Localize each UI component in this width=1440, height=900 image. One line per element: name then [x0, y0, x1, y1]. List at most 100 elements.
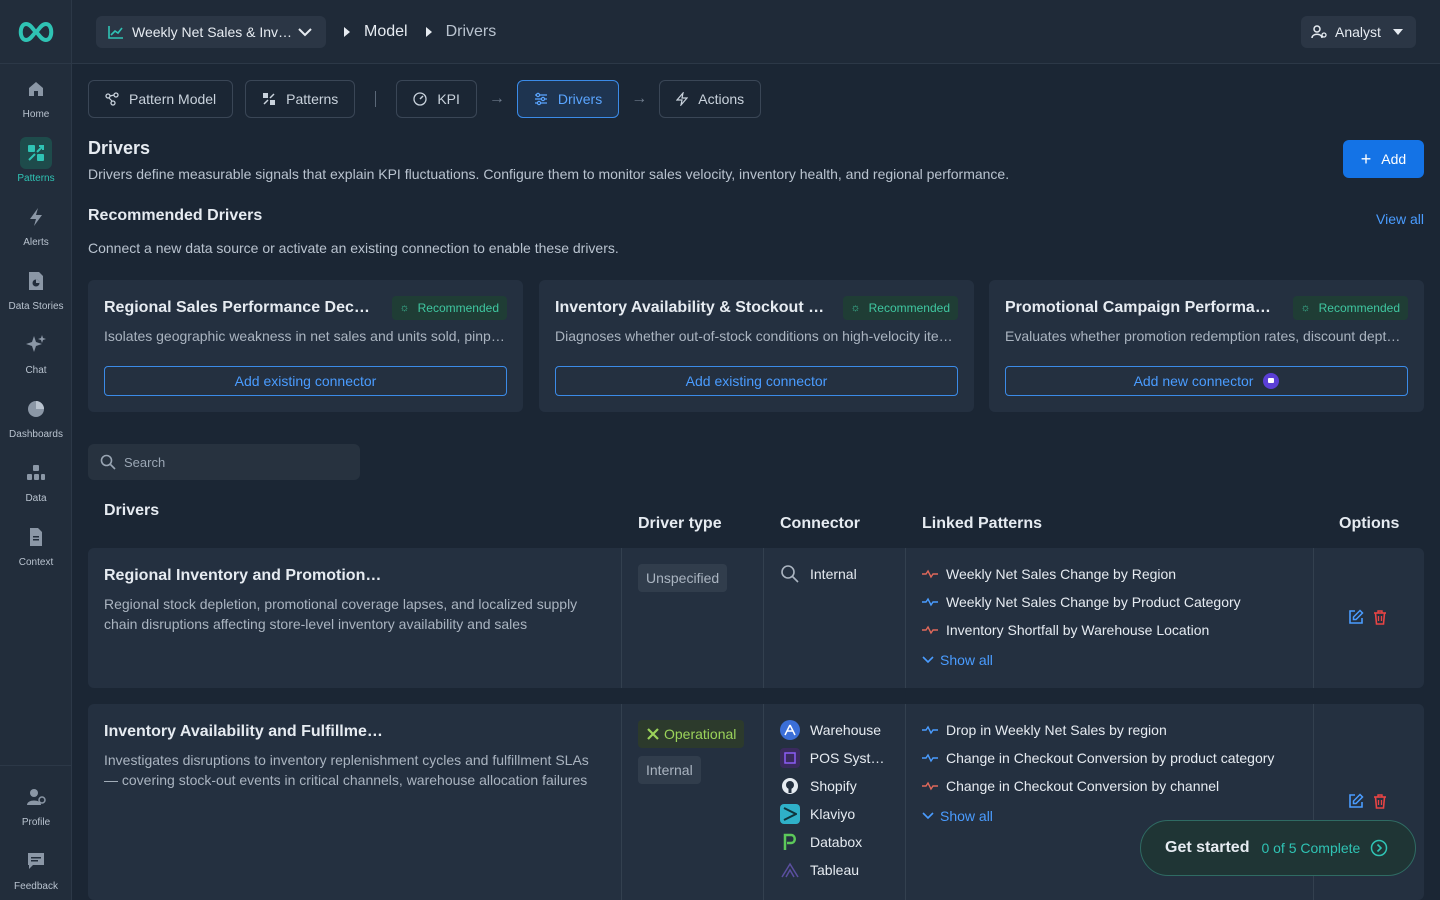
sidebar-item-label: Alerts — [23, 236, 49, 248]
gauge-icon — [413, 92, 427, 106]
linked-patterns-cell: Weekly Net Sales Change by Region Weekly… — [905, 548, 1313, 688]
view-all-link[interactable]: View all — [1376, 211, 1424, 227]
add-existing-connector-button[interactable]: Add existing connector — [104, 366, 507, 396]
button-label: Add new connector — [1133, 373, 1254, 389]
sidebar-item-dashboards[interactable]: Dashboards — [0, 384, 72, 448]
breadcrumb-model[interactable]: Model — [364, 23, 408, 41]
show-all-label: Show all — [940, 652, 993, 668]
sidebar-item-label: Feedback — [14, 880, 58, 892]
connector-item: Klaviyo — [780, 800, 889, 828]
connector-name: Klaviyo — [810, 806, 856, 822]
sidebar-item-home[interactable]: Home — [0, 64, 72, 128]
connector-name: POS System — [809, 750, 889, 766]
sidebar-item-feedback[interactable]: Feedback — [0, 836, 72, 900]
klaviyo-icon — [780, 804, 800, 824]
linked-pattern[interactable]: Weekly Net Sales Change by Product Categ… — [922, 588, 1297, 616]
connector-name: Databox — [810, 834, 863, 850]
topbar: Weekly Net Sales & Inventory Model Drive… — [72, 0, 1440, 64]
search-box — [88, 444, 360, 480]
edit-icon[interactable] — [1348, 609, 1364, 625]
recommended-badge: ☼ Recommended — [1292, 296, 1408, 320]
role-dropdown[interactable]: Analyst — [1301, 16, 1416, 48]
app-root: Home Patterns Alerts Data Stories Chat D… — [0, 0, 1440, 900]
driver-type-cell: Operational Internal — [621, 704, 763, 900]
tab-patterns[interactable]: Patterns — [245, 80, 356, 118]
connector-name: Tableau — [810, 862, 860, 878]
tab-label: Actions — [698, 91, 745, 107]
tableau-icon — [780, 860, 800, 880]
feedback-icon — [20, 845, 52, 877]
trend-line-icon — [922, 597, 938, 607]
sidebar-item-alerts[interactable]: Alerts — [0, 192, 72, 256]
sidebar-item-profile[interactable]: Profile — [0, 772, 72, 836]
delete-icon[interactable] — [1372, 793, 1388, 809]
driver-cell: Regional Inventory and Promotional Gaps … — [88, 548, 621, 688]
line-chart-icon — [108, 25, 123, 39]
chevron-down-icon — [298, 27, 312, 36]
delete-icon[interactable] — [1372, 609, 1388, 625]
sidebar-item-chat[interactable]: Chat — [0, 320, 72, 384]
get-started-widget[interactable]: Get started 0 of 5 Complete — [1140, 820, 1416, 876]
search-icon — [100, 454, 116, 470]
data-stories-icon — [20, 265, 52, 297]
warehouse-icon — [780, 720, 800, 740]
patterns-icon — [263, 93, 276, 105]
trend-line-icon — [922, 725, 938, 735]
data-icon — [20, 457, 52, 489]
card-title: Promotional Campaign Performance — [1005, 299, 1275, 316]
linked-pattern[interactable]: Change in Checkout Conversion by product… — [922, 744, 1297, 772]
show-all-button[interactable]: Show all — [922, 644, 1297, 676]
sidebar-item-data-stories[interactable]: Data Stories — [0, 256, 72, 320]
card-description: Isolates geographic weakness in net sale… — [104, 328, 507, 344]
tab-drivers[interactable]: Drivers — [516, 80, 620, 118]
linked-pattern[interactable]: Change in Checkout Conversion by channel — [922, 772, 1297, 800]
search-input[interactable] — [124, 454, 344, 470]
add-existing-connector-button[interactable]: Add existing connector — [555, 366, 958, 396]
connector-cell: Warehouse POS System Shopify Klaviyo Dat… — [763, 704, 905, 900]
linked-pattern[interactable]: Weekly Net Sales Change by Region — [922, 560, 1297, 588]
type-badge: Unspecified — [638, 564, 728, 592]
connector-item: POS System — [780, 744, 889, 772]
header-options: Options — [1339, 515, 1400, 532]
search-icon — [781, 565, 799, 583]
connector-item: Shopify — [780, 772, 889, 800]
connector-cell: Internal — [763, 548, 905, 688]
driver-title[interactable]: Regional Inventory and Promotional Gaps — [104, 567, 384, 585]
tab-label: Drivers — [557, 91, 603, 107]
card-title: Regional Sales Performance Decline — [104, 299, 374, 316]
driver-title[interactable]: Inventory Availability and Fulfillment D… — [104, 723, 384, 741]
bolt-icon — [676, 92, 689, 106]
linked-pattern[interactable]: Drop in Weekly Net Sales by region — [922, 716, 1297, 744]
trend-line-icon — [922, 781, 938, 791]
table-row[interactable]: Regional Inventory and Promotional Gaps … — [88, 548, 1424, 688]
sidebar-item-data[interactable]: Data — [0, 448, 72, 512]
infinity-logo-icon — [18, 21, 53, 42]
model-select-label: Weekly Net Sales & Inventory — [132, 23, 298, 40]
badge-label: Recommended — [417, 301, 499, 315]
badge-label: Recommended — [868, 301, 950, 315]
sidebar-item-patterns[interactable]: Patterns — [0, 128, 72, 192]
sidebar-item-context[interactable]: Context — [0, 512, 72, 576]
add-driver-button[interactable]: + Add — [1343, 140, 1424, 178]
tools-icon — [647, 728, 659, 740]
tab-actions[interactable]: Actions — [659, 80, 762, 118]
home-icon — [20, 73, 52, 105]
page-title: Drivers — [88, 138, 151, 158]
role-label: Analyst — [1335, 24, 1381, 40]
graph-icon — [105, 92, 119, 106]
sidebar-item-label: Context — [18, 556, 54, 568]
sliders-icon — [534, 92, 547, 106]
tab-pattern-model[interactable]: Pattern Model — [88, 80, 234, 118]
sparkle-icon — [20, 329, 52, 361]
model-select[interactable]: Weekly Net Sales & Inventory — [96, 15, 326, 48]
get-started-progress: 0 of 5 Complete — [1261, 840, 1361, 856]
add-new-connector-button[interactable]: Add new connector — [1005, 366, 1408, 396]
recommended-badge: ☼ Recommended — [391, 296, 507, 320]
linked-pattern[interactable]: Inventory Shortfall by Warehouse Locatio… — [922, 616, 1297, 644]
tab-divider — [375, 91, 377, 107]
edit-icon[interactable] — [1348, 793, 1364, 809]
trend-line-icon — [922, 625, 938, 635]
tab-kpi[interactable]: KPI — [396, 80, 477, 118]
logo[interactable] — [0, 0, 71, 64]
profile-icon — [20, 781, 52, 813]
